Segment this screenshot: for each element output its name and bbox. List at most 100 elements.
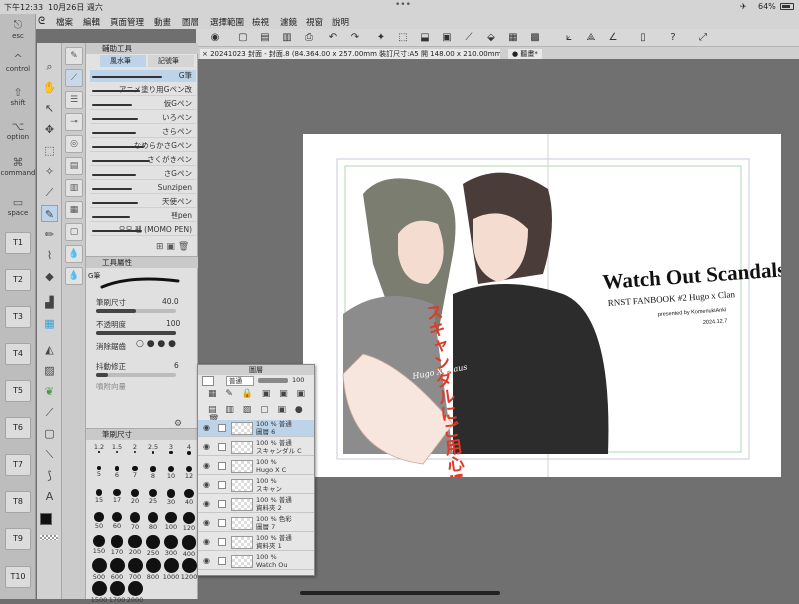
- figure-icon[interactable]: ⟋: [41, 404, 58, 421]
- layer-checkbox[interactable]: [218, 500, 226, 508]
- layer-row[interactable]: ◉ 100 % 普通 圖層 6: [198, 420, 314, 437]
- layer-row[interactable]: ◉ 100 % 普通 スキャンダル C: [198, 439, 314, 456]
- brush-size-cell[interactable]: 25: [144, 489, 162, 506]
- brush-size-cell[interactable]: 10: [162, 466, 180, 483]
- brush-size-cell[interactable]: 70: [126, 512, 144, 531]
- eye-icon[interactable]: ◉: [203, 461, 210, 470]
- menu-edit[interactable]: 編輯: [83, 16, 100, 28]
- settings-sliders-icon[interactable]: ☰: [65, 91, 83, 109]
- eyedropper-icon[interactable]: ⟋: [41, 184, 58, 201]
- brush-size-cell[interactable]: 1700: [108, 581, 126, 604]
- delete-subtool-icon[interactable]: 🗑: [178, 242, 189, 252]
- brush-icon[interactable]: ⌇: [41, 247, 58, 264]
- move-hand-icon[interactable]: ✋: [41, 79, 58, 96]
- droplet2-icon[interactable]: 💧: [65, 267, 83, 285]
- brush-size-cell[interactable]: 1500: [90, 581, 108, 604]
- tab-marker[interactable]: 記號筆: [148, 55, 194, 67]
- brush-size-cell[interactable]: 2: [126, 443, 144, 460]
- ruler-icon[interactable]: ⟍: [41, 446, 58, 463]
- space-key[interactable]: ▭ space: [0, 196, 36, 217]
- brush-size-cell[interactable]: 4: [180, 443, 198, 460]
- brush-size-cell[interactable]: 5: [90, 466, 108, 483]
- eye-icon[interactable]: ◉: [203, 537, 210, 546]
- layer-checkbox[interactable]: [218, 519, 226, 527]
- decoration-icon[interactable]: ❦: [41, 383, 58, 400]
- brush-item[interactable]: いろペン: [90, 112, 196, 124]
- opacity-slider[interactable]: [96, 331, 176, 335]
- main-color-swatch[interactable]: [40, 513, 52, 525]
- eye-icon[interactable]: ◉: [203, 442, 210, 451]
- brush-size-cell[interactable]: 100: [162, 512, 180, 531]
- brush-item[interactable]: なめらかさGペン: [90, 140, 196, 152]
- auto-select-icon[interactable]: ✧: [41, 163, 58, 180]
- antialias-options[interactable]: ○ ● ● ●: [136, 339, 176, 349]
- menu-selection[interactable]: 選擇範圍: [210, 16, 244, 28]
- layer-row[interactable]: ◉ 100 % Watch Ou: [198, 553, 314, 570]
- t6-key[interactable]: T6: [5, 417, 31, 439]
- brush-size-cell[interactable]: 250: [144, 535, 162, 557]
- t7-key[interactable]: T7: [5, 454, 31, 476]
- brush-size-cell[interactable]: 17: [108, 489, 126, 506]
- ruler-snap-icon[interactable]: ⟀: [562, 31, 576, 45]
- open-icon[interactable]: ▤: [258, 31, 272, 45]
- eye-icon[interactable]: ◉: [203, 518, 210, 527]
- layer-opacity-slider[interactable]: [258, 378, 288, 383]
- brush-size-cell[interactable]: 700: [126, 558, 144, 581]
- airbrush-icon[interactable]: ▥: [65, 179, 83, 197]
- clear-icon[interactable]: ✦: [374, 31, 388, 45]
- layer-checkbox[interactable]: [218, 462, 226, 470]
- brush-item[interactable]: さGペン: [90, 168, 196, 180]
- command-key[interactable]: ⌘ command: [0, 156, 36, 177]
- new-icon[interactable]: ▢: [236, 31, 250, 45]
- t5-key[interactable]: T5: [5, 380, 31, 402]
- smartphone-icon[interactable]: ▯: [636, 31, 650, 45]
- brush-item[interactable]: G筆: [90, 70, 196, 82]
- layer-row[interactable]: ◉ 100 % 普通 資料夾 2: [198, 496, 314, 513]
- shift-key[interactable]: ⇧ shift: [0, 86, 36, 107]
- droplet-icon[interactable]: 💧: [65, 245, 83, 263]
- fill-bucket-icon[interactable]: ▟: [41, 294, 58, 311]
- brush-size-cell[interactable]: 8: [144, 466, 162, 483]
- brush-size-cell[interactable]: 6: [108, 466, 126, 483]
- brush-size-cell[interactable]: 600: [108, 558, 126, 581]
- eye-icon[interactable]: ◉: [203, 423, 210, 432]
- layer-checkbox[interactable]: [218, 538, 226, 546]
- document-tab[interactable]: × 20241023 封面 - 封面.8 (84.364.00 x 257.00…: [200, 49, 500, 59]
- deselect-icon[interactable]: ⬓: [418, 31, 432, 45]
- clip-studio-icon[interactable]: ◉: [208, 31, 222, 45]
- layer-row[interactable]: ◉ 100 % Hugo X C: [198, 458, 314, 475]
- crop-icon[interactable]: ⟋: [462, 31, 476, 45]
- pen-icon[interactable]: ✎: [41, 205, 58, 222]
- layer-row[interactable]: ◉ 100 % スキャン: [198, 477, 314, 494]
- export-icon[interactable]: ⎙: [302, 31, 316, 45]
- layer-row[interactable]: ◉ 100 % 普通 資料夾 1: [198, 534, 314, 551]
- brush-size-cell[interactable]: 170: [108, 535, 126, 556]
- t9-key[interactable]: T9: [5, 528, 31, 550]
- clip-studio-logo-icon[interactable]: ᘓ: [38, 16, 45, 27]
- brush-size-cell[interactable]: 50: [90, 512, 108, 530]
- navigator-tab[interactable]: ● 聽畫*: [508, 49, 542, 59]
- menu-page[interactable]: 頁面管理: [110, 16, 144, 28]
- brush-size-cell[interactable]: 300: [162, 535, 180, 557]
- fill-tool-icon[interactable]: ◭: [41, 341, 58, 358]
- brush-item[interactable]: 펜pen: [90, 210, 196, 222]
- brush-size-cell[interactable]: 60: [108, 512, 126, 530]
- brush-size-cell[interactable]: 3: [162, 443, 180, 460]
- menu-window[interactable]: 視窗: [306, 16, 323, 28]
- layer-checkbox[interactable]: [218, 443, 226, 451]
- transparent-color-swatch[interactable]: [40, 535, 58, 540]
- brush-size-cell[interactable]: 200: [126, 535, 144, 556]
- fill-icon[interactable]: ⬙: [484, 31, 498, 45]
- eraser-icon[interactable]: ◆: [41, 268, 58, 285]
- undo-icon[interactable]: ↶: [326, 31, 340, 45]
- help-icon[interactable]: ?: [666, 31, 680, 45]
- t8-key[interactable]: T8: [5, 491, 31, 513]
- brush-size-cell[interactable]: 2.5: [144, 443, 162, 460]
- esc-key[interactable]: ⎋ esc: [0, 18, 36, 40]
- brush-item[interactable]: 仮Gペン: [90, 98, 196, 110]
- text-icon[interactable]: A: [41, 488, 58, 505]
- marker-icon[interactable]: ⊸: [65, 113, 83, 131]
- brush-size-cell[interactable]: 120: [180, 512, 198, 532]
- ink-icon[interactable]: ▤: [65, 157, 83, 175]
- eye-icon[interactable]: ◉: [203, 556, 210, 565]
